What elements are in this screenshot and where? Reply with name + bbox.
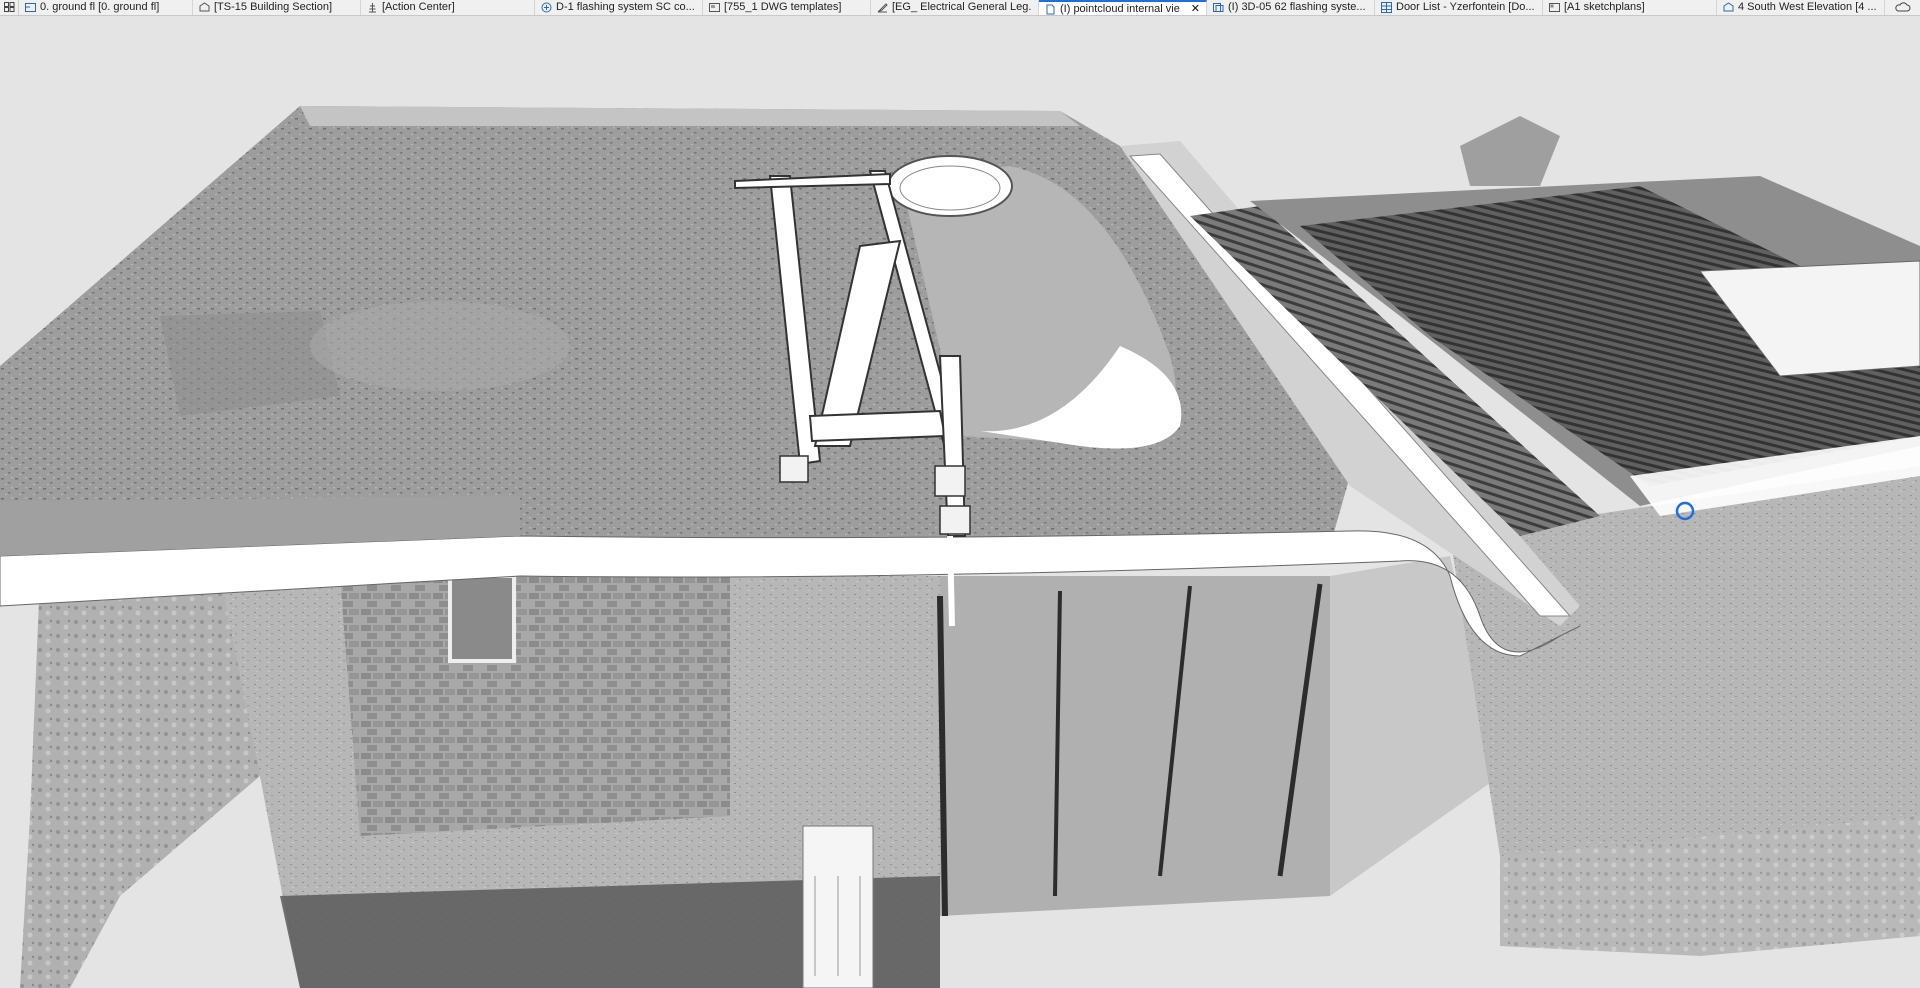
tab-a1-sketchplans[interactable]: [A1 sketchplans] (1543, 0, 1717, 15)
tab-label: 0. ground fl [0. ground fl] (40, 1, 160, 13)
worksheet-icon (709, 2, 720, 13)
tab-label: [755_1 DWG templates] (724, 1, 842, 13)
tab-list-icon (3, 0, 15, 15)
drawing-icon (877, 2, 888, 13)
elevation-icon (1723, 2, 1734, 13)
tab-label: [Action Center] (382, 1, 455, 13)
tab-label: [TS-15 Building Section] (214, 1, 333, 13)
cloud-icon (1895, 0, 1911, 15)
tab-dwg-templates[interactable]: [755_1 DWG templates] (703, 0, 871, 15)
view-tab-bar: 0. ground fl [0. ground fl] [TS-15 Build… (0, 0, 1920, 16)
3d-detail-icon (541, 2, 552, 13)
floor-plan-icon (25, 2, 36, 13)
tab-ground-floor[interactable]: 0. ground fl [0. ground fl] (19, 0, 193, 15)
section-icon (199, 2, 210, 13)
tab-flashing-system-detail[interactable]: D-1 flashing system SC co... (535, 0, 703, 15)
archicad-window: 0. ground fl [0. ground fl] [TS-15 Build… (0, 0, 1920, 988)
tab-pointcloud-internal-view[interactable]: (I) pointcloud internal vie... ✕ (1039, 0, 1207, 15)
tab-label: D-1 flashing system SC co... (556, 1, 695, 13)
tab-label: [EG_ Electrical General Leg... (892, 1, 1032, 13)
tab-electrical-legend[interactable]: [EG_ Electrical General Leg... (871, 0, 1039, 15)
close-tab-icon[interactable]: ✕ (1191, 2, 1200, 15)
schedule-icon (1381, 2, 1392, 13)
3d-viewport[interactable] (0, 16, 1920, 988)
tab-label: [A1 sketchplans] (1564, 1, 1645, 13)
tab-building-section[interactable]: [TS-15 Building Section] (193, 0, 361, 15)
tab-label: (I) 3D-05 62 flashing syste... (1228, 1, 1366, 13)
action-center-icon (367, 2, 378, 13)
tab-label: Door List - Yzerfontein [Do... (1396, 1, 1535, 13)
3d-document-icon (1213, 2, 1224, 13)
tab-overflow-button[interactable] (1886, 0, 1920, 15)
tab-door-list[interactable]: Door List - Yzerfontein [Do... (1375, 0, 1543, 15)
layout-icon (1549, 2, 1560, 13)
tab-south-west-elevation[interactable]: 4 South West Elevation [4 ... (1717, 0, 1885, 15)
tab-list-button[interactable] (0, 0, 19, 15)
3d-document-icon (1045, 4, 1056, 15)
tab-label: (I) pointcloud internal vie... (1060, 2, 1181, 15)
tab-action-center[interactable]: [Action Center] (361, 0, 535, 15)
pointcloud-model (0, 106, 1920, 988)
tab-3d-flashing-system[interactable]: (I) 3D-05 62 flashing syste... (1207, 0, 1375, 15)
tab-label: 4 South West Elevation [4 ... (1738, 1, 1877, 13)
